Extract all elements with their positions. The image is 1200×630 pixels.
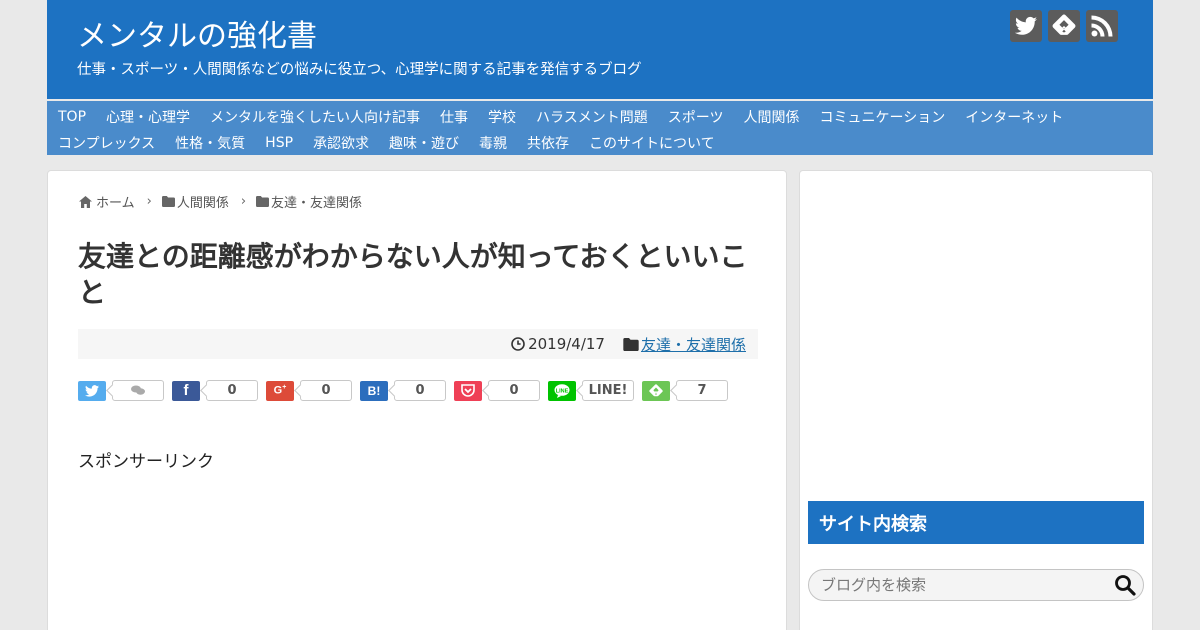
nav-row-2: コンプレックス 性格・気質 HSP 承認欲求 趣味・遊び 毒親 共依存 このサイ… bbox=[48, 130, 1153, 156]
facebook-share-count[interactable]: 0 bbox=[206, 380, 258, 401]
twitter-share-count[interactable] bbox=[112, 380, 164, 401]
nav-row-1: TOP 心理・心理学 メンタルを強くしたい人向け記事 仕事 学校 ハラスメント問… bbox=[48, 104, 1153, 130]
site-header: メンタルの強化書 仕事・スポーツ・人間関係などの悩みに役立つ、心理学に関する記事… bbox=[47, 0, 1153, 99]
pocket-share-button[interactable] bbox=[454, 380, 482, 401]
folder-icon bbox=[161, 196, 175, 207]
post-category: 友達・友達関係 bbox=[623, 334, 746, 355]
line-share-label[interactable]: LINE! bbox=[582, 380, 634, 401]
rss-icon bbox=[1091, 15, 1113, 37]
svg-text:LINE: LINE bbox=[556, 388, 569, 394]
search-icon bbox=[1115, 575, 1136, 596]
folder-icon bbox=[623, 337, 639, 351]
nav-item-approval[interactable]: 承認欲求 bbox=[303, 133, 379, 153]
nav-item-about[interactable]: このサイトについて bbox=[579, 133, 725, 153]
nav-item-top[interactable]: TOP bbox=[48, 109, 96, 125]
google-plus-share-button[interactable]: G+ bbox=[266, 380, 294, 401]
hatena-share-count[interactable]: 0 bbox=[394, 380, 446, 401]
nav-item-complex[interactable]: コンプレックス bbox=[48, 133, 165, 153]
breadcrumb-home[interactable]: ホーム bbox=[96, 192, 135, 211]
nav-item-school[interactable]: 学校 bbox=[478, 107, 526, 127]
nav-item-hsp[interactable]: HSP bbox=[255, 135, 303, 151]
comments-icon bbox=[131, 385, 145, 395]
post-date-text: 2019/4/17 bbox=[528, 335, 605, 353]
site-title[interactable]: メンタルの強化書 bbox=[77, 11, 317, 55]
sidebar: サイト内検索 bbox=[799, 170, 1153, 630]
global-nav: TOP 心理・心理学 メンタルを強くしたい人向け記事 仕事 学校 ハラスメント問… bbox=[47, 101, 1153, 155]
share-facebook[interactable]: f 0 bbox=[172, 380, 258, 401]
nav-item-work[interactable]: 仕事 bbox=[430, 107, 478, 127]
rss-button[interactable] bbox=[1086, 10, 1118, 42]
search-input[interactable] bbox=[821, 576, 1111, 594]
feedly-icon bbox=[649, 383, 663, 396]
share-google-plus[interactable]: G+ 0 bbox=[266, 380, 352, 401]
share-feedly[interactable]: 7 bbox=[642, 380, 728, 401]
facebook-icon: f bbox=[183, 382, 189, 399]
share-buttons: f 0 G+ 0 B! 0 0 LINE LINE! 7 bbox=[78, 380, 736, 401]
nav-item-hobbies[interactable]: 趣味・遊び bbox=[379, 133, 469, 153]
nav-item-toxic-parents[interactable]: 毒親 bbox=[469, 133, 517, 153]
share-hatena[interactable]: B! 0 bbox=[360, 380, 446, 401]
nav-item-personality[interactable]: 性格・気質 bbox=[165, 133, 255, 153]
twitter-icon bbox=[85, 384, 99, 397]
line-icon: LINE bbox=[554, 383, 570, 398]
search-button[interactable] bbox=[1114, 574, 1136, 596]
nav-item-internet[interactable]: インターネット bbox=[955, 107, 1073, 127]
google-plus-icon: G+ bbox=[273, 384, 287, 397]
twitter-follow-button[interactable] bbox=[1010, 10, 1042, 42]
nav-item-mental-strength[interactable]: メンタルを強くしたい人向け記事 bbox=[200, 107, 430, 127]
share-pocket[interactable]: 0 bbox=[454, 380, 540, 401]
twitter-share-button[interactable] bbox=[78, 380, 106, 401]
feedly-icon bbox=[1052, 14, 1076, 35]
nav-item-psychology[interactable]: 心理・心理学 bbox=[96, 107, 200, 127]
chevron-right-icon: › bbox=[146, 194, 152, 209]
google-plus-share-count[interactable]: 0 bbox=[300, 380, 352, 401]
twitter-icon bbox=[1015, 16, 1037, 35]
clock-icon bbox=[511, 337, 525, 351]
pocket-share-count[interactable]: 0 bbox=[488, 380, 540, 401]
main-content: ホーム › 人間関係 › 友達・友達関係 友達との距離感がわからない人が知ってお… bbox=[47, 170, 787, 630]
sponsor-label: スポンサーリンク bbox=[78, 452, 214, 472]
post-date: 2019/4/17 bbox=[511, 335, 605, 353]
feedly-share-count[interactable]: 7 bbox=[676, 380, 728, 401]
site-description: 仕事・スポーツ・人間関係などの悩みに役立つ、心理学に関する記事を発信するブログ bbox=[77, 62, 642, 78]
breadcrumb-category-friends[interactable]: 友達・友達関係 bbox=[271, 192, 362, 211]
folder-icon bbox=[256, 196, 270, 207]
nav-item-codependency[interactable]: 共依存 bbox=[517, 133, 579, 153]
search-form bbox=[808, 569, 1144, 601]
chevron-right-icon: › bbox=[240, 194, 247, 209]
post-category-link[interactable]: 友達・友達関係 bbox=[641, 334, 746, 355]
line-share-button[interactable]: LINE bbox=[548, 380, 576, 401]
facebook-share-button[interactable]: f bbox=[172, 380, 200, 401]
feedly-share-button[interactable] bbox=[642, 380, 670, 401]
hatena-bookmark-icon: B! bbox=[367, 383, 381, 398]
breadcrumb-category-relationships[interactable]: 人間関係 bbox=[177, 192, 229, 211]
search-widget-title: サイト内検索 bbox=[808, 501, 1144, 544]
nav-item-sports[interactable]: スポーツ bbox=[658, 107, 734, 127]
share-line[interactable]: LINE LINE! bbox=[548, 380, 634, 401]
post-meta: 2019/4/17 友達・友達関係 bbox=[78, 329, 758, 359]
home-icon bbox=[79, 195, 92, 208]
breadcrumb: ホーム › 人間関係 › 友達・友達関係 bbox=[79, 192, 362, 211]
post-title: 友達との距離感がわからない人が知っておくといいこと bbox=[78, 240, 748, 309]
hatena-share-button[interactable]: B! bbox=[360, 380, 388, 401]
feedly-follow-button[interactable] bbox=[1048, 10, 1080, 42]
nav-item-relationships[interactable]: 人間関係 bbox=[733, 107, 809, 127]
share-twitter[interactable] bbox=[78, 380, 164, 401]
nav-item-communication[interactable]: コミュニケーション bbox=[809, 107, 955, 127]
pocket-icon bbox=[461, 384, 475, 397]
nav-item-harassment[interactable]: ハラスメント問題 bbox=[526, 107, 658, 127]
